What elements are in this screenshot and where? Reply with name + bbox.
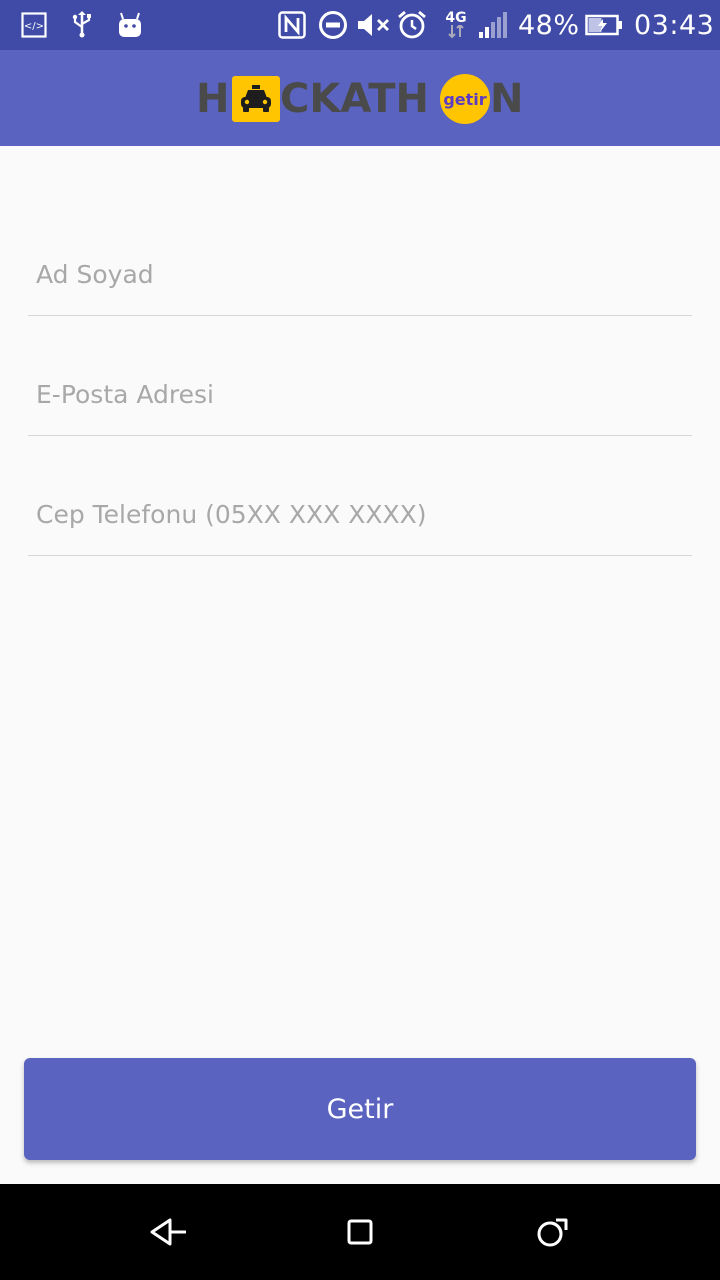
battery-percent-wrap: 48%	[518, 0, 580, 50]
taxi-icon	[232, 76, 280, 122]
do-not-disturb-icon	[318, 0, 348, 50]
clock: 03:43	[634, 9, 715, 41]
phone-input[interactable]	[28, 474, 692, 556]
signal-icon	[478, 0, 508, 50]
app-bar: H CKATH getir N	[0, 50, 720, 146]
getir-button[interactable]: Getir	[24, 1058, 696, 1160]
volume-muted-icon	[355, 0, 393, 50]
network-4g-icon: 4G	[441, 0, 471, 50]
hackathon-getir-logo: H CKATH getir N	[196, 74, 526, 126]
alarm-icon	[396, 0, 428, 50]
logo-letters-middle: CKATH	[280, 76, 429, 122]
logo-letter-n: N	[490, 76, 524, 122]
email-field	[28, 316, 692, 436]
svg-text:</>: </>	[24, 21, 44, 32]
usb-icon	[70, 0, 94, 50]
recents-icon[interactable]	[522, 1202, 582, 1262]
developer-mode-icon: </>	[20, 0, 48, 50]
network-type-label: 4G	[445, 10, 467, 26]
clock-wrap: 03:43	[634, 0, 714, 50]
phone-field	[28, 436, 692, 556]
full-name-field	[28, 196, 692, 316]
status-bar: </> 4G 48% 03:43	[0, 0, 720, 50]
back-icon[interactable]	[138, 1202, 198, 1262]
navigation-bar	[0, 1184, 720, 1280]
full-name-input[interactable]	[28, 234, 692, 316]
battery-charging-icon	[584, 0, 624, 50]
getir-badge-text: getir	[443, 89, 487, 109]
home-icon[interactable]	[330, 1202, 390, 1262]
email-input[interactable]	[28, 354, 692, 436]
android-icon	[116, 0, 144, 50]
getir-badge: getir	[440, 74, 490, 124]
logo-letter-h: H	[196, 76, 230, 122]
battery-percent: 48%	[518, 9, 580, 41]
nfc-icon	[277, 0, 307, 50]
